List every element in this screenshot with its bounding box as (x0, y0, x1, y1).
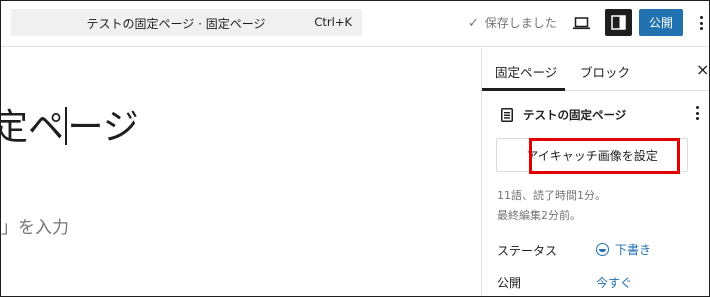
settings-sidebar-toggle[interactable] (605, 9, 632, 36)
shortcut-hint: Ctrl+K (314, 15, 352, 29)
document-title-bar: テストの固定ページ · 固定ページ (86, 17, 266, 31)
text-caret (65, 107, 67, 145)
close-icon[interactable]: × (696, 60, 709, 79)
desktop-view-button[interactable] (568, 10, 594, 36)
document-more-options-icon[interactable] (696, 106, 699, 120)
publish-date-button[interactable]: 今すぐ (596, 274, 632, 291)
word-count-info: 11語、読了時間1分。 (497, 189, 606, 202)
status-label: ステータス (497, 244, 558, 258)
sidebar-toggle-icon (611, 15, 626, 30)
set-featured-image-button[interactable]: アイキャッチ画像を設定 (496, 138, 688, 172)
status-value-button[interactable]: 下書き (596, 241, 651, 258)
publish-date-value: 今すぐ (596, 276, 633, 290)
document-name: テストの固定ページ (523, 108, 627, 122)
document-summary: テストの固定ページ (482, 91, 709, 136)
sidebar-tabs: 固定ページ ブロック × (482, 48, 709, 91)
page-icon (501, 108, 513, 122)
editor-canvas[interactable]: 定ページ 」を入力 (1, 48, 481, 296)
publish-date-label: 公開 (497, 276, 522, 290)
title-text-before-caret: 定ペ (1, 107, 65, 148)
command-palette-button[interactable]: テストの固定ページ · 固定ページ Ctrl+K (11, 9, 362, 36)
post-title[interactable]: 定ページ (1, 98, 139, 150)
settings-sidebar: 固定ページ ブロック × テストの固定ページ アイキャッチ画像を設定 11語、読… (481, 48, 709, 296)
check-icon: ✓ (468, 16, 479, 31)
editor-window: テストの固定ページ · 固定ページ Ctrl+K ✓ 保存しました 公開 定ペ (0, 0, 710, 297)
draft-status-icon (596, 243, 609, 256)
last-edited-info: 最終編集2分前。 (497, 209, 581, 222)
tab-page[interactable]: 固定ページ (495, 62, 557, 81)
desktop-view-icon (572, 16, 590, 29)
status-value: 下書き (615, 243, 652, 257)
save-status: ✓ 保存しました (468, 14, 557, 31)
publish-button[interactable]: 公開 (639, 9, 683, 36)
tab-block[interactable]: ブロック (580, 62, 630, 81)
title-text-after-caret: ージ (67, 107, 139, 148)
saved-label: 保存しました (484, 16, 557, 30)
body-placeholder[interactable]: 」を入力 (1, 213, 69, 238)
top-toolbar: テストの固定ページ · 固定ページ Ctrl+K ✓ 保存しました 公開 (1, 1, 709, 47)
more-options-icon[interactable] (694, 10, 708, 36)
